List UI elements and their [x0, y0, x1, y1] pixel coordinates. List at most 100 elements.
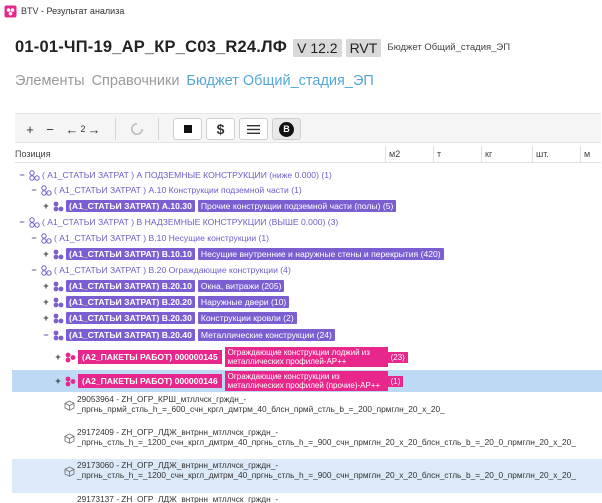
collapse-toggle[interactable]: −: [18, 217, 26, 227]
cube-icon: [64, 400, 75, 411]
collapse-all-button[interactable]: −: [43, 118, 57, 140]
collapse-toggle[interactable]: −: [42, 330, 50, 340]
row-label: Прочие конструкции подземной части (полы…: [200, 201, 381, 211]
cost-item-icon: [53, 281, 64, 291]
row-count: (2): [283, 313, 294, 323]
cost-view-button[interactable]: $: [206, 118, 235, 140]
expand-toggle[interactable]: +: [54, 376, 62, 386]
document-title: 01-01-ЧП-19_АР_КР_С03_R24.ЛФ: [15, 38, 288, 56]
expand-all-button[interactable]: +: [23, 118, 37, 140]
tree-row[interactable]: − ( А1_СТАТЬИ ЗАТРАТ ) А ПОДЗЕМНЫЕ КОНСТ…: [0, 168, 602, 182]
refresh-button[interactable]: [127, 118, 147, 140]
row-label: ПОДЗЕМНЫЕ КОНСТРУКЦИИ (ниже 0.000): [144, 170, 319, 180]
column-sht: шт.: [536, 149, 549, 159]
row-code: (А2_ПАКЕТЫ РАБОТ) 000000145: [78, 350, 222, 364]
column-m: м: [584, 149, 591, 159]
row-code: ( А1_СТАТЬИ ЗАТРАТ ) А.10: [54, 185, 167, 195]
row-label: Несущие внутренние и наружные стены и пе…: [200, 249, 419, 259]
level-control: ← 2 →: [63, 118, 103, 140]
row-label: Ограждающие конструкции: [168, 265, 278, 275]
row-code: (А1_СТАТЬИ ЗАТРАТ) А.10.30: [66, 200, 195, 212]
toolbar: + − ← 2 → $ B: [15, 113, 601, 143]
row-label: Металлические конструкции: [200, 330, 315, 340]
cost-group-icon: [41, 184, 52, 196]
level-increase-button[interactable]: →: [88, 122, 101, 137]
square-view-button[interactable]: [173, 118, 202, 140]
row-code: (А1_СТАТЬИ ЗАТРАТ) В.20.20: [66, 296, 195, 308]
tree-row[interactable]: + (А1_СТАТЬИ ЗАТРАТ) В.20.20 Наружные две…: [0, 295, 602, 309]
row-label: Конструкции кровли: [200, 313, 281, 323]
row-code: (А1_СТАТЬИ ЗАТРАТ) В.10.10: [66, 248, 195, 260]
list-view-button[interactable]: [239, 118, 268, 140]
column-divider: [580, 146, 581, 163]
expand-toggle[interactable]: +: [42, 297, 50, 307]
cost-item-icon: [53, 201, 64, 211]
square-icon: [183, 125, 192, 133]
tree-row[interactable]: + (А1_СТАТЬИ ЗАТРАТ) А.10.30 Прочие конст…: [0, 199, 602, 213]
column-kg: кг: [485, 149, 493, 159]
tree-row[interactable]: − ( А1_СТАТЬИ ЗАТРАТ ) В.10 Несущие конс…: [0, 231, 602, 245]
row-count: (5): [382, 201, 394, 211]
cube-icon: [64, 433, 75, 444]
row-count: (1): [321, 170, 332, 180]
level-value: 2: [80, 124, 86, 134]
cube-icon: [64, 466, 75, 477]
expand-toggle[interactable]: +: [42, 249, 50, 259]
expand-toggle[interactable]: +: [42, 281, 50, 291]
tree-row[interactable]: − ( А1_СТАТЬИ ЗАТРАТ ) В НАДЗЕМНЫЕ КОНСТ…: [0, 215, 602, 229]
row-code: ( А1_СТАТЬИ ЗАТРАТ ) А: [42, 170, 143, 180]
row-label: Несущие конструкции: [168, 233, 257, 243]
b-circle-icon: B: [279, 121, 294, 137]
collapse-toggle[interactable]: −: [18, 170, 26, 180]
document-header: 01-01-ЧП-19_АР_КР_С03_R24.ЛФ V 12.2 RVT …: [15, 38, 510, 57]
cost-group-icon: [41, 232, 52, 244]
tab-elements[interactable]: Элементы: [15, 73, 85, 89]
tree-row[interactable]: + (А2_ПАКЕТЫ РАБОТ) 000000145 Ограждающи…: [0, 346, 602, 368]
expand-toggle[interactable]: +: [42, 201, 50, 211]
column-t: т: [437, 149, 442, 159]
tab-budget[interactable]: Бюджет Общий_стадия_ЭП: [186, 73, 373, 89]
dollar-icon: $: [216, 121, 225, 137]
row-label: Окна, витражи: [200, 281, 260, 291]
tree-row[interactable]: + (А1_СТАТЬИ ЗАТРАТ) В.10.10 Несущие внут…: [0, 247, 602, 261]
row-label: НАДЗЕМНЫЕ КОНСТРУКЦИИ (ВЫШЕ 0.000): [144, 217, 326, 227]
tree-row[interactable]: − (А1_СТАТЬИ ЗАТРАТ) В.20.40 Металлически…: [0, 328, 602, 342]
tree-row[interactable]: + (А1_СТАТЬИ ЗАТРАТ) В.20.10 Окна, витраж…: [0, 279, 602, 293]
collapse-toggle[interactable]: −: [30, 265, 38, 275]
b-mode-button[interactable]: B: [272, 118, 301, 140]
column-divider: [481, 146, 482, 163]
tab-references[interactable]: Справочники: [92, 73, 180, 89]
row-label: Ограждающие конструкции лоджий из металл…: [224, 347, 388, 367]
row-count: (1): [258, 233, 270, 243]
cost-group-icon: [29, 216, 40, 228]
row-count: (1): [291, 185, 302, 195]
version-badge: V 12.2: [293, 38, 342, 57]
level-decrease-button[interactable]: ←: [65, 122, 78, 137]
material-row[interactable]: 29172409 - ZН_ОГР_ЛДЖ_внтрнн_мтллчск_грж…: [0, 427, 602, 459]
row-code: (А2_ПАКЕТЫ РАБОТ) 000000146: [78, 374, 222, 388]
row-count: (1): [387, 375, 404, 387]
material-row-highlighted[interactable]: 29173060 - ZН_ОГР_ЛДЖ_внтрнн_мтллчск_грж…: [12, 459, 602, 493]
tree-row[interactable]: − ( А1_СТАТЬИ ЗАТРАТ ) В.20 Ограждающие …: [0, 263, 602, 277]
row-count: (23): [387, 351, 408, 363]
tab-bar: Элементы Справочники Бюджет Общий_стадия…: [15, 73, 374, 89]
budget-label: Бюджет Общий_стадия_ЭП: [387, 42, 511, 53]
collapse-toggle[interactable]: −: [30, 185, 38, 195]
tree-row-selected[interactable]: + (А2_ПАКЕТЫ РАБОТ) 000000146 Ограждающи…: [12, 370, 602, 392]
expand-toggle[interactable]: +: [42, 313, 50, 323]
collapse-toggle[interactable]: −: [30, 233, 38, 243]
row-code: ( А1_СТАТЬИ ЗАТРАТ ) В.10: [54, 233, 167, 243]
material-row[interactable]: 29053964 - ZН_ОГР_КРШ_мтллчск_грждн_-_пр…: [0, 394, 602, 426]
row-label: Конструкции подземной части: [168, 185, 289, 195]
format-badge: RVT: [345, 38, 382, 57]
row-code: ( А1_СТАТЬИ ЗАТРАТ ) В.20: [54, 265, 167, 275]
cost-item-icon: [53, 297, 64, 307]
work-package-icon: [65, 376, 76, 386]
row-count: (3): [327, 217, 339, 227]
column-divider: [532, 146, 533, 163]
tree-row[interactable]: − ( А1_СТАТЬИ ЗАТРАТ ) А.10 Конструкции …: [0, 183, 602, 197]
tree-row[interactable]: + (А1_СТАТЬИ ЗАТРАТ) В.20.30 Конструкции …: [0, 311, 602, 325]
app-logo-icon: [4, 5, 17, 17]
expand-toggle[interactable]: +: [54, 352, 62, 362]
material-row[interactable]: 29173137 - ZН_ОГР_ЛДЖ_внтрнн_мтллчск_грж…: [0, 494, 602, 503]
